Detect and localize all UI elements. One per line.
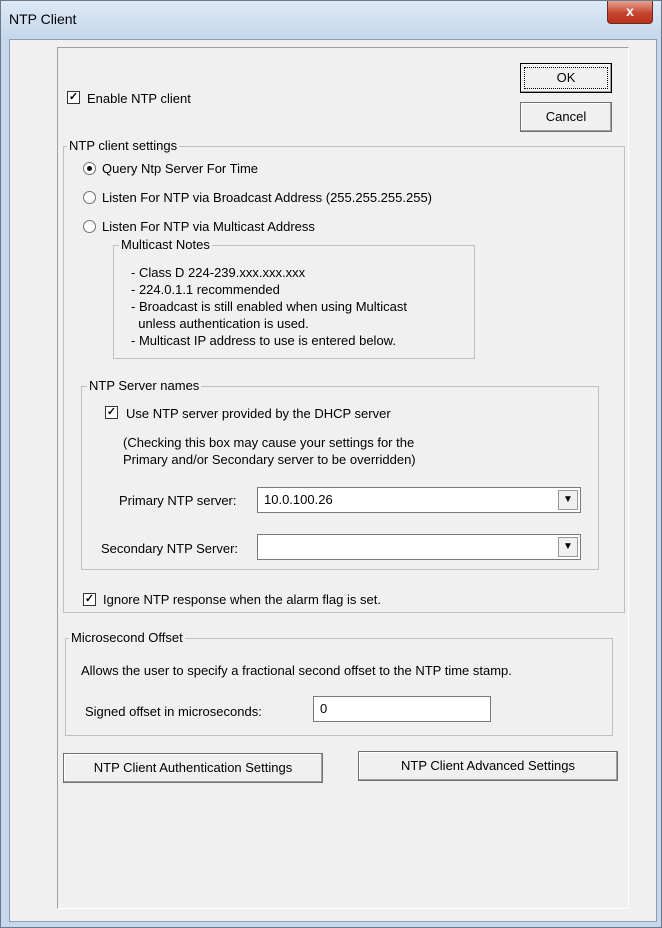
multicast-label: Listen For NTP via Multicast Address — [102, 219, 315, 234]
offset-label: Signed offset in microseconds: — [85, 704, 262, 719]
ignore-alarm-checkbox[interactable]: ✓ — [83, 593, 96, 606]
microsecond-offset-description: Allows the user to specify a fractional … — [81, 663, 512, 678]
cancel-button[interactable]: Cancel — [520, 102, 612, 132]
broadcast-radio[interactable] — [83, 191, 96, 204]
use-dhcp-server-label: Use NTP server provided by the DHCP serv… — [126, 406, 391, 421]
ok-button[interactable]: OK — [520, 63, 612, 93]
ignore-alarm-label: Ignore NTP response when the alarm flag … — [103, 592, 381, 607]
dhcp-override-note: Primary and/or Secondary server to be ov… — [123, 452, 416, 467]
multicast-note-line: - Multicast IP address to use is entered… — [131, 333, 396, 348]
query-server-radio[interactable] — [83, 162, 96, 175]
secondary-server-label: Secondary NTP Server: — [101, 541, 239, 556]
broadcast-label: Listen For NTP via Broadcast Address (25… — [102, 190, 433, 205]
microsecond-offset-legend: Microsecond Offset — [69, 630, 185, 645]
primary-server-combo[interactable]: 10.0.100.26 ▼ — [257, 487, 581, 513]
offset-input[interactable]: 0 — [313, 696, 491, 722]
dhcp-override-note: (Checking this box may cause your settin… — [123, 435, 415, 450]
offset-value: 0 — [320, 701, 328, 716]
checkmark-icon: ✓ — [106, 406, 117, 418]
enable-ntp-client-label: Enable NTP client — [87, 91, 191, 106]
multicast-note-line: - 224.0.1.1 recommended — [131, 282, 280, 297]
window-title: NTP Client — [9, 11, 77, 27]
ntp-server-names-legend: NTP Server names — [87, 378, 202, 393]
close-button[interactable]: x — [607, 1, 653, 24]
multicast-note-line: - Class D 224-239.xxx.xxx.xxx — [131, 265, 306, 280]
use-dhcp-server-checkbox[interactable]: ✓ — [105, 406, 118, 419]
advanced-settings-button[interactable]: NTP Client Advanced Settings — [358, 751, 618, 781]
query-server-label: Query Ntp Server For Time — [102, 161, 259, 176]
primary-server-value: 10.0.100.26 — [264, 492, 333, 507]
multicast-radio[interactable] — [83, 220, 96, 233]
ntp-client-window: NTP Client x OK Cancel ✓ Enable NTP clie… — [0, 0, 662, 928]
enable-ntp-client-checkbox[interactable]: ✓ — [67, 91, 80, 104]
primary-server-label: Primary NTP server: — [119, 493, 237, 508]
authentication-settings-button[interactable]: NTP Client Authentication Settings — [63, 753, 323, 783]
checkmark-icon: ✓ — [84, 593, 95, 605]
ntp-client-settings-legend: NTP client settings — [67, 138, 180, 153]
radio-selected-dot — [87, 166, 92, 171]
checkmark-icon: ✓ — [68, 91, 79, 103]
chevron-down-icon[interactable]: ▼ — [558, 537, 578, 557]
title-bar[interactable]: NTP Client x — [1, 1, 661, 39]
secondary-server-combo[interactable]: ▼ — [257, 534, 581, 560]
close-icon: x — [626, 3, 634, 19]
multicast-note-line: - Broadcast is still enabled when using … — [131, 299, 408, 314]
multicast-notes-legend: Multicast Notes — [119, 237, 212, 252]
multicast-note-line: unless authentication is used. — [131, 316, 309, 331]
chevron-down-icon[interactable]: ▼ — [558, 490, 578, 510]
